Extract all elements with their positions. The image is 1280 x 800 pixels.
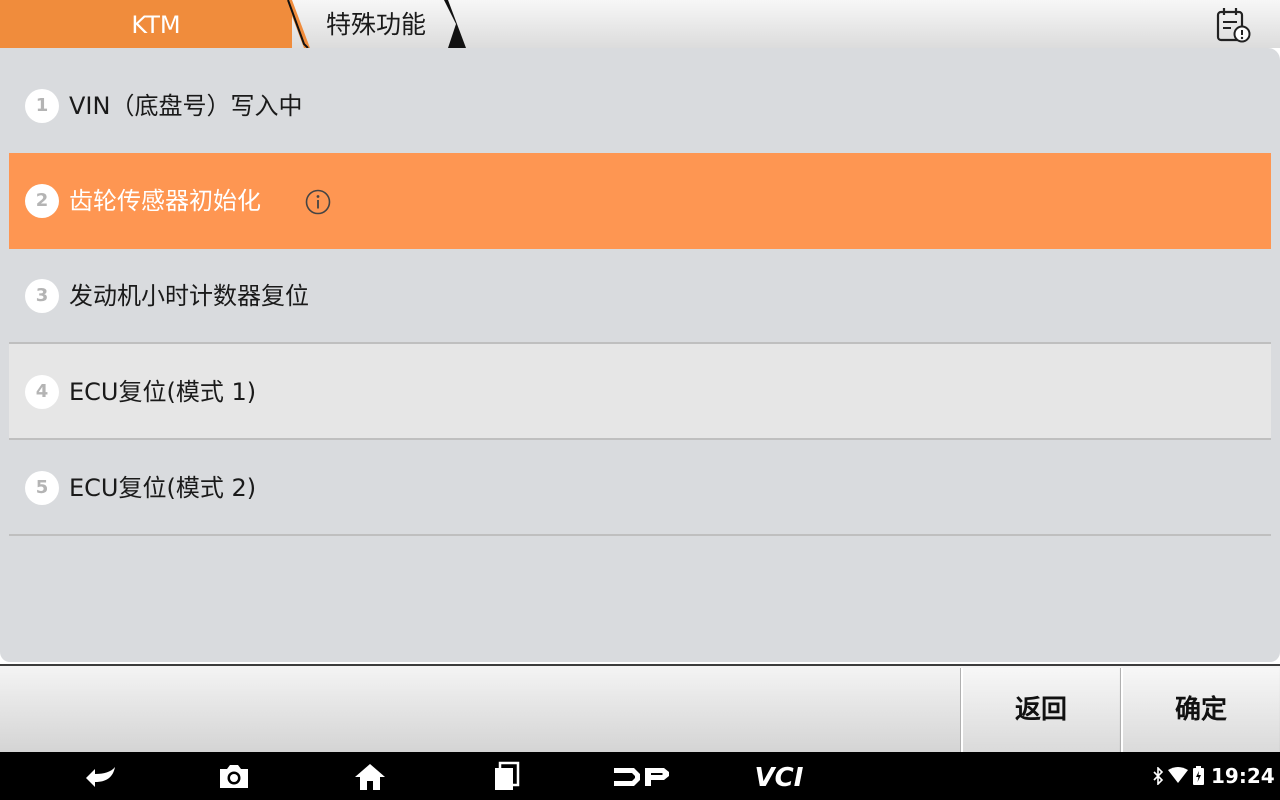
dp-logo-icon[interactable]: [612, 760, 672, 792]
report-icon[interactable]: [1212, 6, 1252, 44]
camera-icon[interactable]: [216, 760, 252, 792]
item-label: VIN（底盘号）写入中: [69, 92, 303, 120]
list-item[interactable]: 1 VIN（底盘号）写入中: [9, 58, 1271, 154]
svg-text:VCI: VCI: [755, 763, 804, 792]
list-item-selected[interactable]: 2 齿轮传感器初始化: [9, 153, 1271, 249]
divider: [9, 534, 1271, 536]
wifi-icon: [1168, 767, 1188, 783]
item-label: 齿轮传感器初始化: [69, 187, 261, 215]
breadcrumb-current: 特殊功能: [326, 10, 427, 39]
breadcrumb-root[interactable]: KTM: [0, 0, 312, 48]
item-label: ECU复位(模式 1): [69, 378, 257, 406]
clock: 19:24: [1211, 764, 1275, 788]
item-number: 5: [25, 471, 59, 505]
info-icon[interactable]: [305, 189, 331, 215]
vci-logo-icon[interactable]: VCI: [746, 760, 812, 792]
breadcrumb: KTM 特殊功能: [0, 0, 1280, 48]
bluetooth-icon: [1153, 767, 1164, 785]
system-nav-bar: VCI: [0, 752, 1280, 800]
home-icon[interactable]: [352, 760, 388, 792]
item-number: 4: [25, 375, 59, 409]
item-number: 1: [25, 89, 59, 123]
list-item[interactable]: 3 发动机小时计数器复位: [9, 248, 1271, 344]
item-number: 2: [25, 184, 59, 218]
list-item[interactable]: 4 ECU复位(模式 1): [9, 344, 1271, 440]
item-label: ECU复位(模式 2): [69, 474, 257, 502]
recents-icon[interactable]: [490, 760, 524, 792]
breadcrumb-end-icon: [444, 0, 466, 48]
function-list-panel: 1 VIN（底盘号）写入中 2 齿轮传感器初始化 3 发动机小时计数器复位 4 …: [0, 48, 1280, 662]
action-bar: 返回 确定: [0, 664, 1280, 752]
back-icon[interactable]: [80, 760, 120, 792]
battery-charging-icon: [1193, 766, 1204, 785]
confirm-button[interactable]: 确定: [1121, 668, 1279, 752]
back-button[interactable]: 返回: [961, 668, 1119, 752]
item-label: 发动机小时计数器复位: [69, 282, 309, 310]
item-number: 3: [25, 279, 59, 313]
list-item[interactable]: 5 ECU复位(模式 2): [9, 440, 1271, 536]
